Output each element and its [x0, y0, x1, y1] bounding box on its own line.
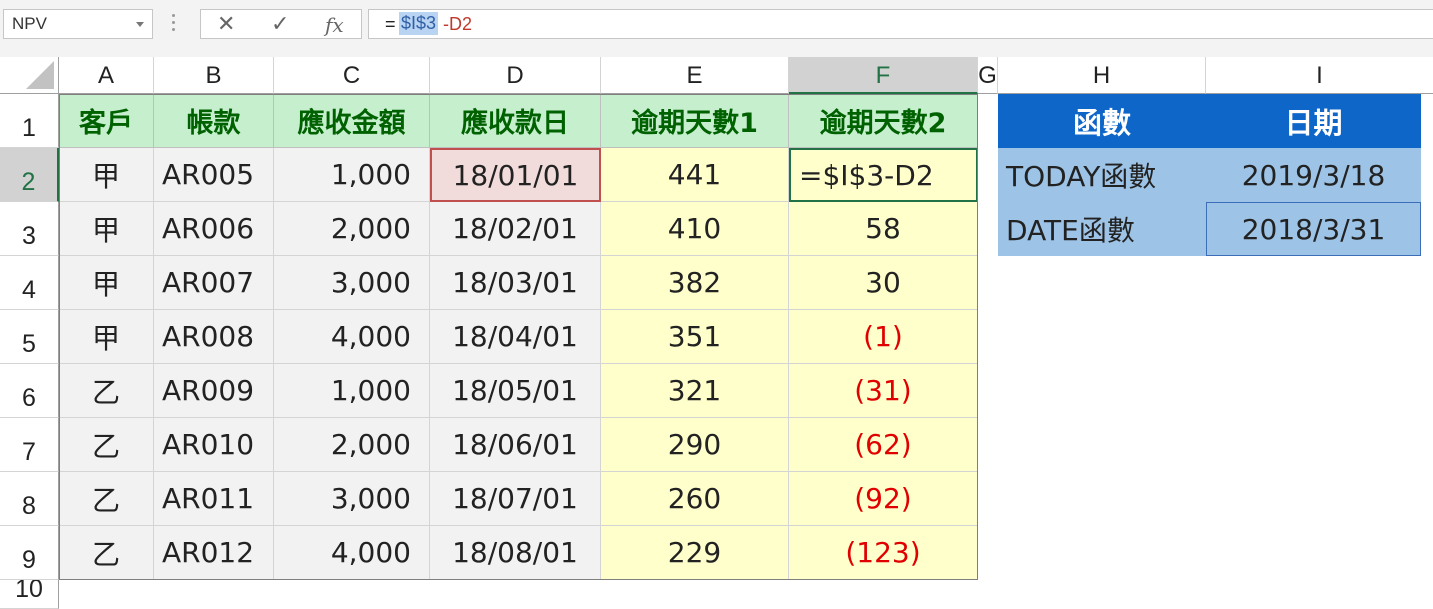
cell-c2[interactable]: 1,000 [274, 148, 430, 202]
formula-ref: $I$3 [399, 12, 439, 35]
chevron-down-icon[interactable] [136, 22, 144, 27]
cell-a3[interactable]: 甲 [59, 202, 154, 256]
header-cell-account[interactable]: 帳款 [154, 94, 274, 148]
name-box[interactable]: NPV [3, 9, 153, 39]
cell-a4[interactable]: 甲 [59, 256, 154, 310]
cell-d8[interactable]: 18/07/01 [430, 472, 601, 526]
column-header-e[interactable]: E [601, 57, 789, 94]
cell-c9[interactable]: 4,000 [274, 526, 430, 580]
cell-e3[interactable]: 410 [601, 202, 789, 256]
row-header-9[interactable]: 9 [0, 526, 59, 580]
cell-d5[interactable]: 18/04/01 [430, 310, 601, 364]
drag-handle-icon[interactable] [172, 14, 176, 34]
cell-b9[interactable]: AR012 [154, 526, 274, 580]
select-all-corner[interactable] [0, 57, 59, 94]
row-header-7[interactable]: 7 [0, 418, 59, 472]
cell-b6[interactable]: AR009 [154, 364, 274, 418]
cell-d3[interactable]: 18/02/01 [430, 202, 601, 256]
header-cell-overdue-days-1[interactable]: 逾期天數1 [601, 94, 789, 148]
cell-f3[interactable]: 58 [789, 202, 978, 256]
cell-c3[interactable]: 2,000 [274, 202, 430, 256]
cell-d7[interactable]: 18/06/01 [430, 418, 601, 472]
cell-c4[interactable]: 3,000 [274, 256, 430, 310]
cell-c6[interactable]: 1,000 [274, 364, 430, 418]
cell-a7[interactable]: 乙 [59, 418, 154, 472]
cell-f4[interactable]: 30 [789, 256, 978, 310]
cell-d4[interactable]: 18/03/01 [430, 256, 601, 310]
cell-e2[interactable]: 441 [601, 148, 789, 202]
cell-c7[interactable]: 2,000 [274, 418, 430, 472]
cell-d6[interactable]: 18/05/01 [430, 364, 601, 418]
cell-b8[interactable]: AR011 [154, 472, 274, 526]
row-header-3[interactable]: 3 [0, 202, 59, 256]
column-header-a[interactable]: A [59, 57, 154, 94]
name-box-value: NPV [12, 14, 47, 33]
cell-i3-referenced[interactable]: 2018/3/31 [1206, 202, 1421, 256]
cell-f2-editing[interactable]: =$I$3-D2 [789, 148, 978, 202]
cell-e9[interactable]: 229 [601, 526, 789, 580]
row-header-5[interactable]: 5 [0, 310, 59, 364]
column-header-g[interactable]: G [978, 57, 998, 94]
cell-e6[interactable]: 321 [601, 364, 789, 418]
column-header-h[interactable]: H [998, 57, 1206, 94]
cell-f6[interactable]: (31) [789, 364, 978, 418]
cell-d2[interactable]: 18/01/01 [430, 148, 601, 202]
cell-e7[interactable]: 290 [601, 418, 789, 472]
cell-b3[interactable]: AR006 [154, 202, 274, 256]
cell-e8[interactable]: 260 [601, 472, 789, 526]
row-header-2[interactable]: 2 [0, 148, 59, 202]
cell-f7[interactable]: (62) [789, 418, 978, 472]
cell-i2[interactable]: 2019/3/18 [1206, 148, 1421, 202]
cell-c8[interactable]: 3,000 [274, 472, 430, 526]
column-header-i[interactable]: I [1206, 57, 1433, 94]
cell-b7[interactable]: AR010 [154, 418, 274, 472]
header-cell-due-date[interactable]: 應收款日 [430, 94, 601, 148]
side-header-date[interactable]: 日期 [1206, 94, 1421, 148]
column-header-d[interactable]: D [430, 57, 601, 94]
cell-a9[interactable]: 乙 [59, 526, 154, 580]
row-header-10[interactable]: 10 [0, 580, 59, 609]
row-header-4[interactable]: 4 [0, 256, 59, 310]
formula-input[interactable]: = $I$3 -D2 [368, 9, 1433, 39]
cell-f8[interactable]: (92) [789, 472, 978, 526]
formula-rest: -D2 [443, 14, 473, 34]
header-cell-receivable-amount[interactable]: 應收金額 [274, 94, 430, 148]
column-header-f[interactable]: F [789, 57, 978, 94]
row-header-8[interactable]: 8 [0, 472, 59, 526]
cell-a5[interactable]: 甲 [59, 310, 154, 364]
column-header-b[interactable]: B [154, 57, 274, 94]
header-cell-overdue-days-2[interactable]: 逾期天數2 [789, 94, 978, 148]
cell-b2[interactable]: AR005 [154, 148, 274, 202]
insert-function-icon[interactable]: fx [325, 13, 344, 37]
cancel-icon[interactable]: ✕ [217, 11, 235, 37]
row-header-1[interactable]: 1 [0, 94, 59, 148]
cell-c5[interactable]: 4,000 [274, 310, 430, 364]
formula-eq: = [385, 14, 396, 34]
side-header-function[interactable]: 函數 [998, 94, 1206, 148]
cell-f9[interactable]: (123) [789, 526, 978, 580]
enter-icon[interactable]: ✓ [271, 11, 289, 37]
cell-h3[interactable]: DATE函數 [998, 202, 1206, 256]
cell-b4[interactable]: AR007 [154, 256, 274, 310]
cell-b5[interactable]: AR008 [154, 310, 274, 364]
cell-a6[interactable]: 乙 [59, 364, 154, 418]
column-header-c[interactable]: C [274, 57, 430, 94]
formula-buttons: ✕ ✓ fx [200, 9, 362, 39]
cell-a8[interactable]: 乙 [59, 472, 154, 526]
cell-d9[interactable]: 18/08/01 [430, 526, 601, 580]
header-cell-customer[interactable]: 客戶 [59, 94, 154, 148]
cell-h2[interactable]: TODAY函數 [998, 148, 1206, 202]
row-header-6[interactable]: 6 [0, 364, 59, 418]
formula-bar: NPV ✕ ✓ fx = $I$3 -D2 [0, 0, 1433, 57]
cell-e4[interactable]: 382 [601, 256, 789, 310]
cell-e5[interactable]: 351 [601, 310, 789, 364]
cell-a2[interactable]: 甲 [59, 148, 154, 202]
cell-f5[interactable]: (1) [789, 310, 978, 364]
